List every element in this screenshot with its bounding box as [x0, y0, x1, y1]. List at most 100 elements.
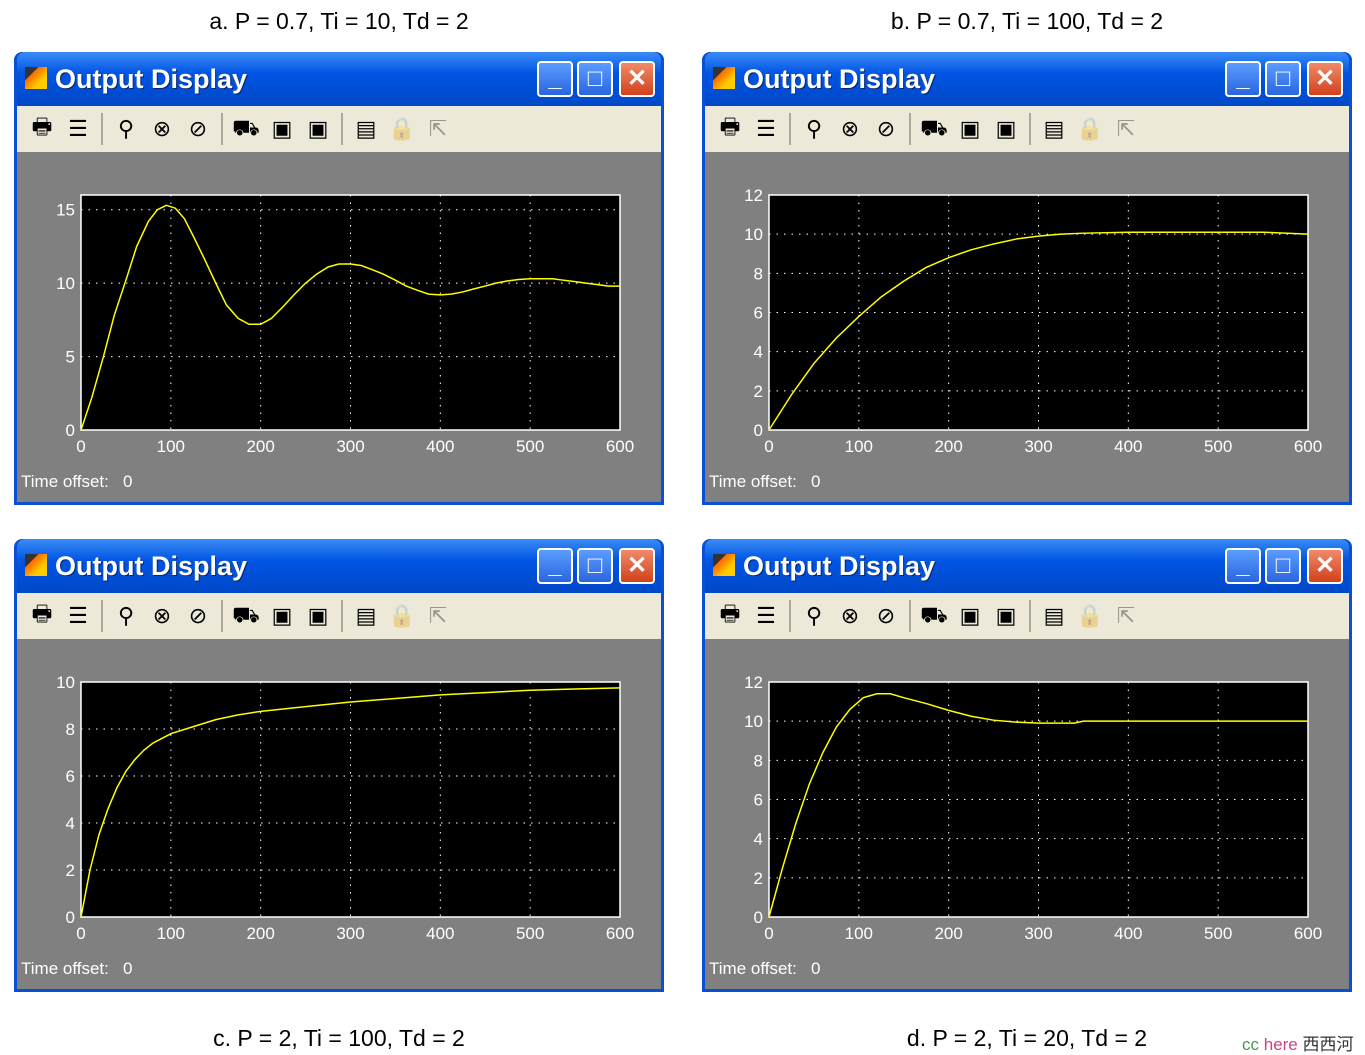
- y-tick-label: 8: [754, 264, 763, 283]
- time-offset-label: Time offset:: [709, 959, 797, 978]
- close-button[interactable]: ✕: [619, 548, 655, 584]
- y-tick-label: 6: [754, 304, 763, 323]
- zoom-x-icon[interactable]: ⊗: [835, 603, 865, 629]
- y-tick-label: 10: [56, 673, 75, 692]
- zoom-icon[interactable]: ⚲: [111, 603, 141, 629]
- floating-scope-icon[interactable]: ▤: [351, 116, 381, 142]
- zoom-x-icon[interactable]: ⊗: [147, 603, 177, 629]
- time-offset-value: 0: [811, 959, 821, 978]
- y-tick-label: 2: [754, 869, 763, 888]
- parameters-icon[interactable]: ☰: [63, 116, 93, 142]
- output-display-window: Output Display _ □ ✕ 🖶 ☰ ⚲ ⊗ ⊘ ⛟ ▣ ▣ ▤ 🔒 ⇱ 0 100 200…: [14, 539, 664, 992]
- y-tick-label: 6: [66, 767, 75, 786]
- x-tick-label: 300: [336, 437, 364, 456]
- zoom-y-icon[interactable]: ⊘: [183, 603, 213, 629]
- minimize-button[interactable]: _: [537, 61, 573, 97]
- maximize-button[interactable]: □: [577, 548, 613, 584]
- scope-area: 0 100 200 300 400 500 600 0 2 4 6 8 10 12 Time offset…: [705, 639, 1349, 989]
- minimize-button[interactable]: _: [537, 548, 573, 584]
- zoom-y-icon[interactable]: ⊘: [871, 603, 901, 629]
- maximize-button[interactable]: □: [577, 61, 613, 97]
- autoscale-binoculars-icon[interactable]: ⛟: [231, 602, 261, 631]
- signal-selector-icon[interactable]: ⇱: [1111, 116, 1141, 142]
- figure-caption: c. P = 2, Ti = 100, Td = 2: [213, 1025, 465, 1051]
- x-tick-label: 100: [845, 924, 873, 943]
- scope-area: 0 100 200 300 400 500 600 0 2 4 6 8 10 Time offset: …: [17, 639, 661, 989]
- close-button[interactable]: ✕: [619, 61, 655, 97]
- autoscale-binoculars-icon[interactable]: ⛟: [919, 115, 949, 144]
- y-tick-label: 8: [754, 751, 763, 770]
- figure-caption: d. P = 2, Ti = 20, Td = 2: [906, 1025, 1148, 1051]
- parameters-icon[interactable]: ☰: [63, 603, 93, 629]
- restore-axes-icon[interactable]: ▣: [303, 116, 333, 142]
- x-tick-label: 600: [1294, 437, 1322, 456]
- signal-selector-icon[interactable]: ⇱: [1111, 603, 1141, 629]
- title-bar[interactable]: Output Display _ □ ✕: [17, 52, 661, 106]
- restore-axes-icon[interactable]: ▣: [991, 603, 1021, 629]
- autoscale-binoculars-icon[interactable]: ⛟: [231, 115, 261, 144]
- figure-caption: a. P = 0.7, Ti = 10, Td = 2: [209, 8, 469, 34]
- floating-scope-icon[interactable]: ▤: [1039, 603, 1069, 629]
- save-axes-icon[interactable]: ▣: [955, 116, 985, 142]
- signal-selector-icon[interactable]: ⇱: [423, 116, 453, 142]
- x-tick-label: 600: [606, 437, 634, 456]
- zoom-icon[interactable]: ⚲: [799, 116, 829, 142]
- lock-icon[interactable]: 🔒: [1075, 116, 1105, 142]
- floating-scope-icon[interactable]: ▤: [351, 603, 381, 629]
- matlab-logo-icon: [25, 67, 47, 89]
- time-offset: Time offset: 0: [709, 472, 821, 492]
- x-tick-label: 400: [426, 437, 454, 456]
- zoom-x-icon[interactable]: ⊗: [147, 116, 177, 142]
- y-tick-label: 4: [754, 343, 763, 362]
- toolbar: 🖶 ☰ ⚲ ⊗ ⊘ ⛟ ▣ ▣ ▤ 🔒 ⇱: [705, 106, 1349, 152]
- save-axes-icon[interactable]: ▣: [267, 603, 297, 629]
- signal-selector-icon[interactable]: ⇱: [423, 603, 453, 629]
- zoom-icon[interactable]: ⚲: [799, 603, 829, 629]
- parameters-icon[interactable]: ☰: [751, 116, 781, 142]
- x-tick-label: 0: [76, 924, 85, 943]
- lock-icon[interactable]: 🔒: [387, 603, 417, 629]
- zoom-y-icon[interactable]: ⊘: [871, 116, 901, 142]
- x-tick-label: 300: [1024, 924, 1052, 943]
- close-button[interactable]: ✕: [1307, 61, 1343, 97]
- maximize-button[interactable]: □: [1265, 548, 1301, 584]
- zoom-y-icon[interactable]: ⊘: [183, 116, 213, 142]
- x-tick-label: 500: [516, 924, 544, 943]
- parameters-icon[interactable]: ☰: [751, 603, 781, 629]
- toolbar-separator: [101, 113, 103, 145]
- matlab-logo-icon: [713, 67, 735, 89]
- restore-axes-icon[interactable]: ▣: [303, 603, 333, 629]
- printer-icon[interactable]: 🖶: [27, 597, 57, 635]
- x-tick-label: 400: [1114, 924, 1142, 943]
- y-tick-label: 10: [744, 225, 763, 244]
- x-tick-label: 600: [1294, 924, 1322, 943]
- printer-icon[interactable]: 🖶: [27, 110, 57, 148]
- toolbar-separator: [909, 600, 911, 632]
- y-tick-label: 5: [66, 348, 75, 367]
- zoom-x-icon[interactable]: ⊗: [835, 116, 865, 142]
- save-axes-icon[interactable]: ▣: [267, 116, 297, 142]
- floating-scope-icon[interactable]: ▤: [1039, 116, 1069, 142]
- printer-icon[interactable]: 🖶: [715, 110, 745, 148]
- x-tick-label: 200: [246, 437, 274, 456]
- autoscale-binoculars-icon[interactable]: ⛟: [919, 602, 949, 631]
- minimize-button[interactable]: _: [1225, 548, 1261, 584]
- maximize-button[interactable]: □: [1265, 61, 1301, 97]
- save-axes-icon[interactable]: ▣: [955, 603, 985, 629]
- time-offset: Time offset: 0: [709, 959, 821, 979]
- printer-icon[interactable]: 🖶: [715, 597, 745, 635]
- zoom-icon[interactable]: ⚲: [111, 116, 141, 142]
- scope-area: 0 100 200 300 400 500 600 0 2 4 6 8 10 12 Time offset…: [705, 152, 1349, 502]
- lock-icon[interactable]: 🔒: [1075, 603, 1105, 629]
- restore-axes-icon[interactable]: ▣: [991, 116, 1021, 142]
- lock-icon[interactable]: 🔒: [387, 116, 417, 142]
- title-bar[interactable]: Output Display _ □ ✕: [705, 539, 1349, 593]
- x-tick-label: 100: [845, 437, 873, 456]
- title-bar[interactable]: Output Display _ □ ✕: [705, 52, 1349, 106]
- minimize-button[interactable]: _: [1225, 61, 1261, 97]
- title-bar[interactable]: Output Display _ □ ✕: [17, 539, 661, 593]
- close-button[interactable]: ✕: [1307, 548, 1343, 584]
- x-tick-label: 0: [764, 437, 773, 456]
- y-tick-label: 4: [66, 814, 75, 833]
- toolbar: 🖶 ☰ ⚲ ⊗ ⊘ ⛟ ▣ ▣ ▤ 🔒 ⇱: [17, 106, 661, 152]
